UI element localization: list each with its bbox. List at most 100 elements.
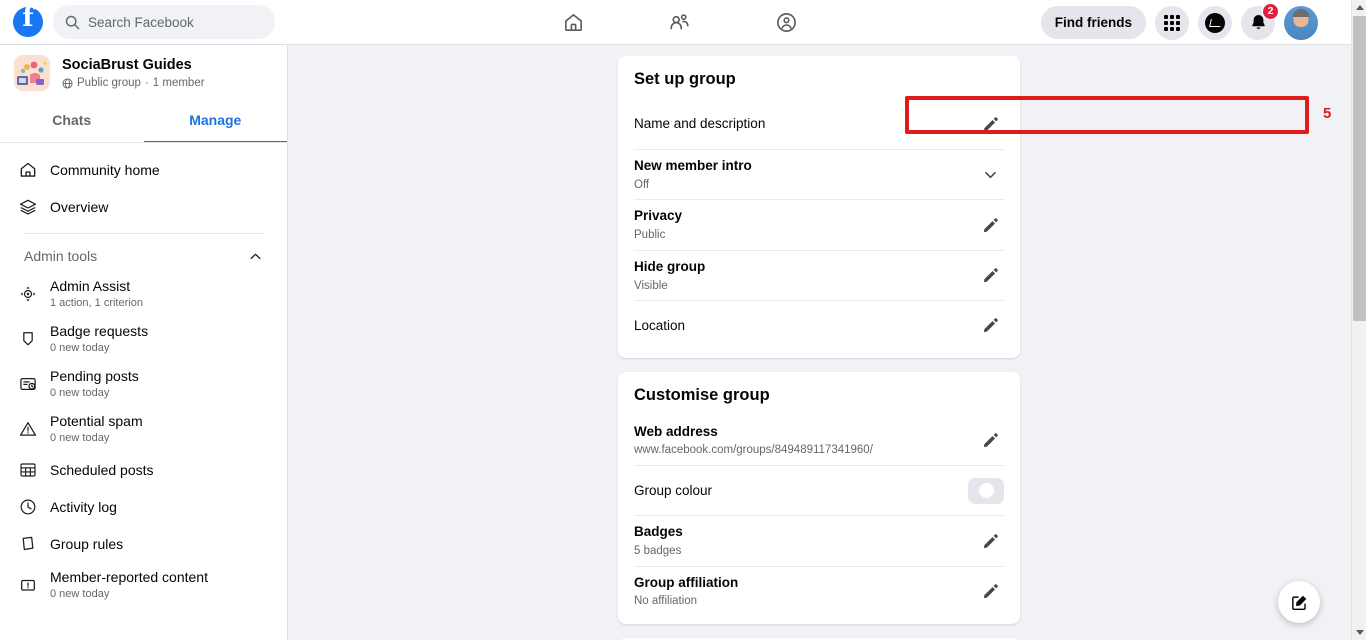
row-location[interactable]: Location [634, 300, 1004, 350]
group-header[interactable]: SociaBrust Guides Public group · 1 membe… [0, 45, 287, 95]
row-text: Hide group Visible [634, 258, 705, 293]
tab-chats-label: Chats [52, 112, 92, 128]
pencil-glyph [983, 318, 998, 333]
sidebar-item-text: Potential spam 0 new today [50, 413, 143, 445]
pencil-glyph [983, 116, 998, 131]
row-web-address[interactable]: Web address www.facebook.com/groups/8494… [634, 415, 1004, 465]
sidebar-item-pending-posts[interactable]: Pending posts 0 new today [8, 362, 279, 406]
row-label: New member intro [634, 158, 752, 173]
pencil-icon[interactable] [976, 211, 1004, 239]
row-sublabel: www.facebook.com/groups/849489117341960/ [634, 444, 873, 457]
chevron-down-icon[interactable] [976, 161, 1004, 189]
admin-tools-section-header[interactable]: Admin tools [8, 242, 279, 272]
chevron-down-glyph [984, 172, 996, 179]
pencil-icon[interactable] [976, 262, 1004, 290]
page-vertical-scrollbar[interactable] [1351, 0, 1366, 640]
sidebar-item-text: Member-reported content 0 new today [50, 569, 208, 601]
tab-manage[interactable]: Manage [143, 101, 287, 143]
sidebar-item-overview[interactable]: Overview [8, 189, 279, 225]
row-name-and-description[interactable]: Name and description [634, 99, 1004, 149]
scroll-up-arrow-icon[interactable] [1352, 0, 1366, 15]
sidebar-item-text: Overview [50, 199, 108, 216]
row-sublabel: Visible [634, 279, 668, 292]
pencil-glyph [983, 433, 998, 448]
sidebar-item-text: Community home [50, 162, 160, 179]
notifications-bell-icon[interactable]: 2 [1241, 2, 1279, 40]
pencil-icon[interactable] [976, 527, 1004, 555]
row-text: Name and description [634, 115, 765, 133]
sidebar-item-admin-assist[interactable]: Admin Assist 1 action, 1 criterion [8, 272, 279, 316]
row-text: Privacy Public [634, 207, 682, 242]
row-label: Privacy [634, 208, 683, 224]
compose-icon [1291, 595, 1306, 610]
row-privacy[interactable]: Privacy Public [634, 199, 1004, 249]
search-input[interactable]: Search Facebook [53, 5, 275, 39]
card-bottom-pad [634, 616, 1004, 624]
pencil-icon[interactable] [976, 578, 1004, 606]
sidebar-item-text: Scheduled posts [50, 462, 154, 479]
pencil-icon[interactable] [976, 426, 1004, 454]
group-avatar-illustration [14, 55, 50, 91]
row-label: Group colour [634, 483, 713, 499]
home-icon[interactable] [544, 2, 602, 42]
row-hide-group[interactable]: Hide group Visible [634, 249, 1004, 300]
colour-swatch-button[interactable] [968, 477, 1004, 504]
pencil-glyph [983, 584, 998, 599]
row-text: New member intro Off [634, 157, 752, 192]
row-group-affiliation[interactable]: Group affiliation No affiliation [634, 565, 1004, 616]
sidebar-label: Activity log [50, 498, 117, 515]
facebook-logo[interactable] [13, 3, 43, 37]
sidebar-label: Scheduled posts [50, 461, 154, 478]
pencil-glyph [983, 533, 998, 548]
sidebar-item-badge-requests[interactable]: Badge requests 0 new today [8, 317, 279, 361]
scrollbar-thumb[interactable] [1353, 16, 1366, 321]
colour-swatch-dot [978, 483, 994, 499]
friends-icon[interactable] [651, 2, 709, 42]
pencil-icon[interactable] [976, 110, 1004, 138]
pencil-icon[interactable] [976, 312, 1004, 340]
sidebar-item-community-home[interactable]: Community home [8, 152, 279, 188]
sidebar-label: Member-reported content [50, 569, 208, 585]
badge-icon [16, 327, 40, 351]
set-up-group-title: Set up group [634, 70, 736, 88]
row-label: Hide group [634, 258, 706, 274]
group-name: SociaBrust Guides [62, 56, 192, 73]
chevron-up-icon[interactable] [248, 249, 263, 264]
sidebar-item-member-reported-content[interactable]: Member-reported content 0 new today [8, 563, 279, 607]
row-sublabel: Public [634, 229, 666, 242]
sidebar-sublabel: 0 new today [50, 386, 110, 399]
messenger-glyph [1205, 12, 1225, 33]
sidebar-sublabel: 0 new today [50, 587, 110, 600]
messenger-icon[interactable] [1198, 5, 1232, 40]
groups-icon[interactable] [758, 2, 816, 42]
clock-icon [16, 495, 40, 519]
row-new-member-intro[interactable]: New member intro Off [634, 149, 1004, 199]
sidebar-item-scheduled-posts[interactable]: Scheduled posts [8, 452, 279, 488]
row-label: Name and description [634, 116, 766, 132]
row-text: Web address www.facebook.com/groups/8494… [634, 423, 873, 458]
tab-chats[interactable]: Chats [0, 101, 144, 143]
sidebar-item-group-rules[interactable]: Group rules [8, 526, 279, 562]
grid-dots [1164, 14, 1180, 31]
scroll-down-arrow-icon[interactable] [1352, 625, 1366, 640]
grid-menu-icon[interactable] [1155, 5, 1189, 40]
globe-icon [62, 78, 73, 89]
row-sublabel: 5 badges [634, 545, 682, 557]
row-badges[interactable]: Badges 5 badges [634, 515, 1004, 565]
profile-avatar[interactable] [1284, 5, 1318, 40]
find-friends-button[interactable]: Find friends [1040, 6, 1146, 39]
group-sub-separator: · [144, 76, 149, 89]
tab-manage-label: Manage [189, 112, 242, 128]
sidebar-item-activity-log[interactable]: Activity log [8, 489, 279, 525]
rules-page-icon [16, 532, 40, 556]
sidebar-divider [24, 233, 263, 234]
group-member-count: 1 member [152, 76, 205, 89]
row-label: Location [634, 318, 686, 334]
sidebar-item-potential-spam[interactable]: Potential spam 0 new today [8, 407, 279, 451]
group-privacy: Public group [77, 76, 141, 89]
tabs-divider [0, 142, 287, 143]
row-group-colour[interactable]: Group colour [634, 465, 1004, 515]
compose-fab-button[interactable] [1278, 581, 1320, 623]
sidebar-sublabel: 0 new today [50, 341, 110, 354]
row-text: Location [634, 317, 685, 335]
